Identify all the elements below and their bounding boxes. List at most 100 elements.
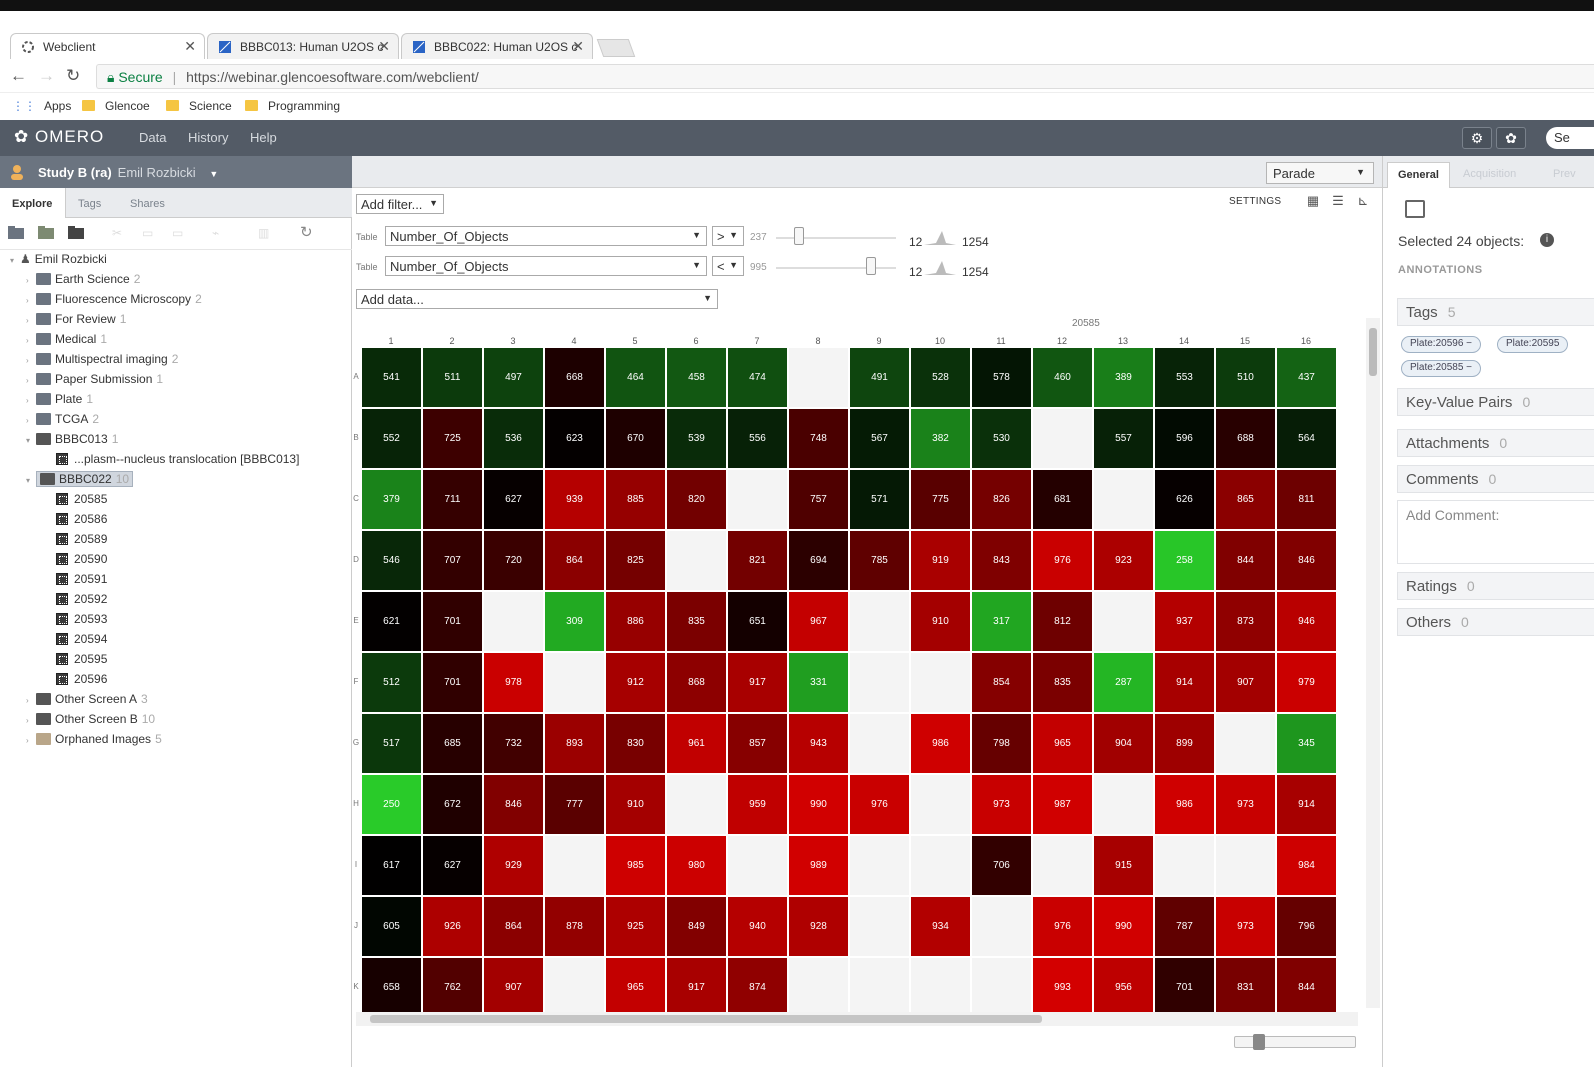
plate-well[interactable]: [850, 958, 909, 1017]
plate-well[interactable]: 976: [850, 775, 909, 834]
plate-well[interactable]: 923: [1094, 531, 1153, 590]
plate-well[interactable]: 940: [728, 897, 787, 956]
scroll-thumb[interactable]: [1369, 328, 1377, 376]
plate-well[interactable]: 987: [1033, 775, 1092, 834]
plate-well[interactable]: 915: [1094, 836, 1153, 895]
plate-well[interactable]: 775: [911, 470, 970, 529]
plate-well[interactable]: 835: [667, 592, 726, 651]
paste-icon[interactable]: ▭: [172, 226, 188, 240]
plate-well[interactable]: 460: [1033, 348, 1092, 407]
plate-well[interactable]: 785: [850, 531, 909, 590]
key-value-section[interactable]: Key-Value Pairs 0: [1397, 388, 1594, 416]
plate-well[interactable]: 967: [789, 592, 848, 651]
plate-well[interactable]: [728, 836, 787, 895]
plate-well[interactable]: 511: [423, 348, 482, 407]
others-section[interactable]: Others 0: [1397, 608, 1594, 636]
plate-well[interactable]: 437: [1277, 348, 1336, 407]
plate-well[interactable]: 317: [972, 592, 1031, 651]
add-comment-field[interactable]: Add Comment:: [1397, 500, 1594, 564]
horizontal-scrollbar[interactable]: [356, 1012, 1358, 1026]
menu-data[interactable]: Data: [139, 130, 166, 145]
plate-well[interactable]: [911, 775, 970, 834]
plate-well[interactable]: 552: [362, 409, 421, 468]
plate-well[interactable]: 539: [667, 409, 726, 468]
search-input[interactable]: Se: [1546, 127, 1594, 149]
plate-well[interactable]: 976: [1033, 897, 1092, 956]
tree-plate[interactable]: 20595: [56, 652, 107, 670]
plate-well[interactable]: 812: [1033, 592, 1092, 651]
filter-column-select[interactable]: Number_Of_Objects ▼: [385, 226, 707, 246]
close-tab-icon[interactable]: ✕: [572, 38, 584, 55]
tab-acquisition[interactable]: Acquisition: [1453, 162, 1526, 188]
plate-well[interactable]: 864: [484, 897, 543, 956]
tag-pill[interactable]: Plate:20595: [1497, 336, 1569, 353]
plate-well[interactable]: 993: [1033, 958, 1092, 1017]
plate-well[interactable]: 672: [423, 775, 482, 834]
plate-well[interactable]: 826: [972, 470, 1031, 529]
plate-well[interactable]: 893: [545, 714, 604, 773]
plate-well[interactable]: 973: [1216, 775, 1275, 834]
plate-well[interactable]: 846: [484, 775, 543, 834]
plate-well[interactable]: 701: [423, 653, 482, 712]
settings-button[interactable]: SETTINGS: [1229, 196, 1281, 207]
tree-project[interactable]: › Plate 1: [26, 392, 93, 410]
tree-project[interactable]: › Paper Submission 1: [26, 372, 163, 390]
plate-well[interactable]: 331: [789, 653, 848, 712]
plate-well[interactable]: 510: [1216, 348, 1275, 407]
plate-well[interactable]: 777: [545, 775, 604, 834]
plate-well[interactable]: [850, 897, 909, 956]
tree-screen[interactable]: › Other Screen A3: [26, 692, 148, 710]
plate-well[interactable]: 831: [1216, 958, 1275, 1017]
plate-well[interactable]: 701: [1155, 958, 1214, 1017]
plate-well[interactable]: [850, 714, 909, 773]
plate-well[interactable]: [484, 592, 543, 651]
browser-tab-bbbc013[interactable]: BBBC013: Human U2OS c ✕: [207, 33, 399, 59]
plate-well[interactable]: 965: [606, 958, 665, 1017]
filter-operator-select[interactable]: < ▼: [712, 256, 744, 276]
plate-well[interactable]: 811: [1277, 470, 1336, 529]
cut-icon[interactable]: ✂: [112, 226, 128, 240]
copy-icon[interactable]: ▭: [142, 226, 158, 240]
plate-well[interactable]: 711: [423, 470, 482, 529]
plate-well[interactable]: 567: [850, 409, 909, 468]
plate-well[interactable]: 578: [972, 348, 1031, 407]
plate-well[interactable]: 979: [1277, 653, 1336, 712]
plate-well[interactable]: [789, 958, 848, 1017]
plate-well[interactable]: 937: [1155, 592, 1214, 651]
bookmark-glencoe[interactable]: Glencoe: [82, 99, 150, 113]
plate-well[interactable]: [850, 653, 909, 712]
plate-well[interactable]: 978: [484, 653, 543, 712]
grid-view-icon[interactable]: ▦: [1302, 193, 1324, 213]
plate-well[interactable]: 627: [484, 470, 543, 529]
plate-well[interactable]: 943: [789, 714, 848, 773]
tree-plate[interactable]: 20594: [56, 632, 107, 650]
plate-well[interactable]: 491: [850, 348, 909, 407]
plate-well[interactable]: 564: [1277, 409, 1336, 468]
plate-well[interactable]: 670: [606, 409, 665, 468]
plate-well[interactable]: 825: [606, 531, 665, 590]
plate-well[interactable]: [789, 348, 848, 407]
list-view-icon[interactable]: ☰: [1327, 193, 1349, 213]
plate-well[interactable]: 835: [1033, 653, 1092, 712]
plate-well[interactable]: 725: [423, 409, 482, 468]
plate-well[interactable]: 849: [667, 897, 726, 956]
plate-well[interactable]: 458: [667, 348, 726, 407]
tree-project[interactable]: › Earth Science 2: [26, 272, 140, 290]
plate-well[interactable]: 914: [1155, 653, 1214, 712]
plate-well[interactable]: 925: [606, 897, 665, 956]
plate-well[interactable]: 864: [545, 531, 604, 590]
plate-well[interactable]: 556: [728, 409, 787, 468]
plate-well[interactable]: 939: [545, 470, 604, 529]
remove-tag-icon[interactable]: −: [1466, 338, 1472, 349]
tree-project[interactable]: › Multispectral imaging 2: [26, 352, 178, 370]
plate-well[interactable]: [1094, 592, 1153, 651]
plate-well[interactable]: 732: [484, 714, 543, 773]
tag-pill[interactable]: Plate:20585 −: [1401, 360, 1482, 377]
bookmark-science[interactable]: Science: [166, 99, 232, 113]
plate-well[interactable]: 886: [606, 592, 665, 651]
plate-well[interactable]: 541: [362, 348, 421, 407]
plate-well[interactable]: 309: [545, 592, 604, 651]
plate-well[interactable]: 914: [1277, 775, 1336, 834]
plate-well[interactable]: 345: [1277, 714, 1336, 773]
plate-well[interactable]: 796: [1277, 897, 1336, 956]
